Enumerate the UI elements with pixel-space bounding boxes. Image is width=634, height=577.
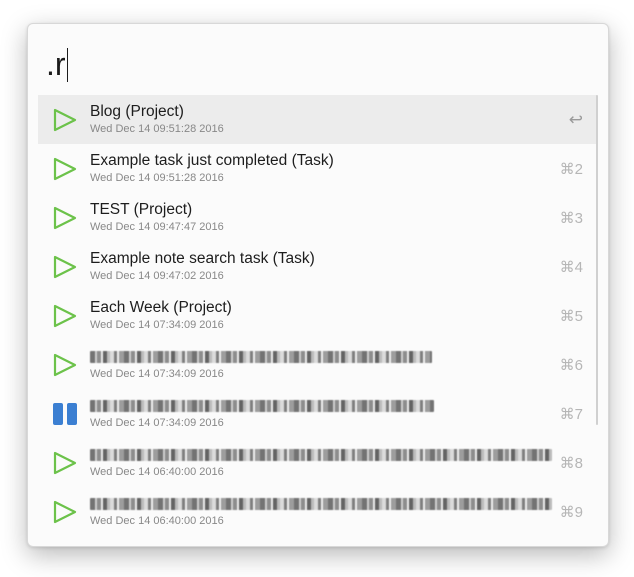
result-title: Blog (Project) — [90, 103, 184, 120]
play-icon — [52, 499, 78, 525]
result-timestamp: Wed Dec 14 06:40:00 2016 — [90, 466, 224, 478]
result-timestamp: Wed Dec 14 09:47:02 2016 — [90, 270, 224, 282]
result-text: Blog (Project) Wed Dec 14 09:51:28 2016 — [90, 103, 543, 136]
result-timestamp: Wed Dec 14 09:51:28 2016 — [90, 172, 224, 184]
search-input[interactable]: .r — [46, 38, 586, 90]
result-row[interactable]: TEST (Project) Wed Dec 14 09:47:47 2016 … — [38, 193, 597, 242]
launcher-window: .r Blog (Project) Wed Dec 14 09:51:28 20… — [27, 23, 609, 547]
results-list: Blog (Project) Wed Dec 14 09:51:28 2016 … — [38, 95, 597, 536]
redacted-text — [90, 351, 432, 363]
result-title: Example note search task (Task) — [90, 250, 315, 267]
result-row[interactable]: Wed Dec 14 06:40:00 2016 ⌘8 — [38, 438, 597, 487]
result-row[interactable]: Example task just completed (Task) Wed D… — [38, 144, 597, 193]
redacted-text — [90, 498, 552, 510]
result-timestamp: Wed Dec 14 09:47:47 2016 — [90, 221, 224, 233]
shortcut-hint: ⌘2 — [559, 160, 583, 178]
result-text: Wed Dec 14 07:34:09 2016 — [90, 348, 543, 381]
result-text: Wed Dec 14 06:40:00 2016 — [90, 495, 552, 528]
result-text: TEST (Project) Wed Dec 14 09:47:47 2016 — [90, 201, 543, 234]
result-row[interactable]: Example note search task (Task) Wed Dec … — [38, 242, 597, 291]
result-row[interactable]: Blog (Project) Wed Dec 14 09:51:28 2016 … — [38, 95, 597, 144]
result-title-redacted — [90, 446, 552, 464]
result-timestamp: Wed Dec 14 06:40:00 2016 — [90, 515, 224, 527]
result-timestamp: Wed Dec 14 07:34:09 2016 — [90, 319, 224, 331]
result-row[interactable]: Wed Dec 14 07:34:09 2016 ⌘7 — [38, 389, 597, 438]
shortcut-hint: ⌘3 — [559, 209, 583, 227]
shortcut-hint: ⌘6 — [559, 356, 583, 374]
play-icon — [52, 303, 78, 329]
play-icon — [52, 450, 78, 476]
result-text: Wed Dec 14 07:34:09 2016 — [90, 397, 543, 430]
play-icon — [52, 205, 78, 231]
result-row[interactable]: Wed Dec 14 07:34:09 2016 ⌘6 — [38, 340, 597, 389]
result-text: Example task just completed (Task) Wed D… — [90, 152, 543, 185]
shortcut-hint: ⌘5 — [559, 307, 583, 325]
scrollbar[interactable] — [596, 95, 598, 425]
result-text: Example note search task (Task) Wed Dec … — [90, 250, 543, 283]
pause-icon — [52, 401, 78, 427]
result-title-redacted — [90, 495, 552, 513]
play-icon — [52, 254, 78, 280]
search-query-text: .r — [46, 45, 66, 82]
result-text: Each Week (Project) Wed Dec 14 07:34:09 … — [90, 299, 543, 332]
play-icon — [52, 352, 78, 378]
play-icon — [52, 156, 78, 182]
result-row[interactable]: Wed Dec 14 06:40:00 2016 ⌘9 — [38, 487, 597, 536]
result-title-redacted — [90, 397, 543, 415]
shortcut-hint: ⌘4 — [559, 258, 583, 276]
redacted-text — [90, 449, 552, 461]
result-timestamp: Wed Dec 14 09:51:28 2016 — [90, 123, 224, 135]
result-title: Each Week (Project) — [90, 299, 232, 316]
text-caret — [66, 48, 69, 82]
result-title-redacted — [90, 348, 543, 366]
result-timestamp: Wed Dec 14 07:34:09 2016 — [90, 417, 224, 429]
result-text: Wed Dec 14 06:40:00 2016 — [90, 446, 552, 479]
play-icon — [52, 107, 78, 133]
result-timestamp: Wed Dec 14 07:34:09 2016 — [90, 368, 224, 380]
result-title: TEST (Project) — [90, 201, 193, 218]
shortcut-hint: ⌘7 — [559, 405, 583, 423]
result-row[interactable]: Each Week (Project) Wed Dec 14 07:34:09 … — [38, 291, 597, 340]
result-title: Example task just completed (Task) — [90, 152, 334, 169]
redacted-text — [90, 400, 434, 412]
return-key-icon: ↩ — [568, 109, 583, 129]
